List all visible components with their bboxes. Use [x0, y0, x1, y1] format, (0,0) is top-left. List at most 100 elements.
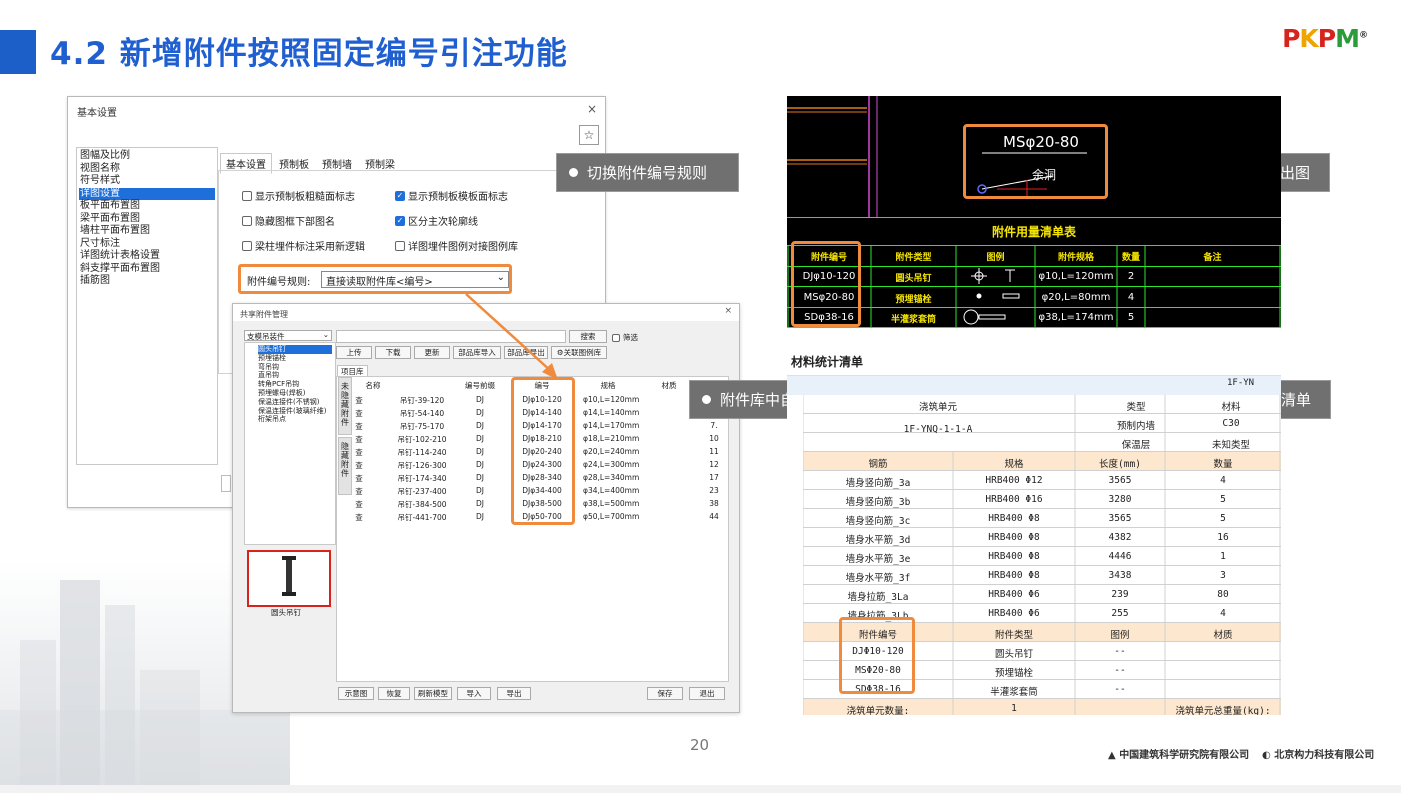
cell-view: 查	[355, 422, 363, 431]
cell-w: 38	[709, 499, 719, 508]
page-number: 20	[690, 736, 710, 754]
checkbox-hide-title[interactable]: 隐藏图框下部图名	[242, 213, 335, 228]
checkbox-box[interactable]	[242, 240, 252, 251]
checkbox-box[interactable]	[612, 333, 620, 342]
cad-cell-qty: 5	[1127, 312, 1135, 323]
tree-item[interactable]: 预埋锚栓	[258, 354, 332, 363]
checkbox-rough-face[interactable]: 显示预制板粗糙面标志	[242, 188, 355, 203]
list-item[interactable]: 梁平面布置图	[79, 213, 215, 226]
update-button[interactable]: 更新	[414, 346, 450, 359]
numbering-rule-select[interactable]: 直接读取附件库<编号> ⌄	[321, 271, 509, 288]
cell-name: 吊钉-174-340	[397, 474, 447, 483]
chevron-down-icon[interactable]: ⌄	[497, 272, 505, 283]
legend-symbols	[963, 268, 1020, 325]
cell-prefix: DJ	[476, 499, 484, 508]
cad-tag-note: 余洞	[1032, 168, 1057, 182]
diagram-button[interactable]: 示意图	[338, 687, 374, 700]
tree-item[interactable]: 保温连接件(不锈钢)	[258, 398, 332, 407]
cell-prefix: DJ	[476, 486, 484, 495]
footer-org-cabr: ▲ 中国建筑科学研究院有限公司	[1108, 750, 1250, 761]
cell-prefix: DJ	[476, 512, 484, 521]
checkbox-box[interactable]	[242, 215, 252, 226]
save-button[interactable]: 保存	[647, 687, 683, 700]
cell-w: 23	[709, 486, 719, 495]
cell-prefix: DJ	[476, 460, 484, 469]
checkbox-template-face[interactable]: ✓ 显示预制板模板面标志	[395, 188, 508, 203]
list-item-selected[interactable]: 详图设置	[79, 187, 215, 200]
round-head-anchor-icon	[282, 556, 296, 596]
checkbox-checked[interactable]: ✓	[395, 215, 405, 226]
checkbox-legend-lib[interactable]: 详图埋件图例对接图例库	[395, 238, 518, 253]
tree-item-selected[interactable]: 圆头吊钉	[258, 345, 332, 354]
cell-spec: φ20,L=240mm	[583, 447, 640, 456]
cell-spec: φ18,L=210mm	[583, 434, 640, 443]
cell-prefix: DJ	[476, 434, 484, 443]
list-item[interactable]: 斜支撑平面布置图	[79, 263, 215, 276]
cell-name: 吊钉-39-120	[399, 396, 445, 405]
checkbox-box[interactable]	[395, 240, 405, 251]
cad-cell-type: 半灌浆套筒	[890, 315, 936, 325]
close-icon[interactable]: ×	[724, 306, 732, 316]
refresh-model-button[interactable]: 刷新模型	[414, 687, 452, 700]
cad-table-title: 附件用量清单表	[991, 225, 1076, 239]
list-item[interactable]: 插筋图	[79, 275, 215, 288]
tree-item[interactable]: 转角PCF吊钩	[258, 380, 332, 389]
cell-spec: φ34,L=400mm	[583, 486, 640, 495]
pkpm-mark-icon: ◐	[1262, 750, 1271, 761]
list-item[interactable]: 板平面布置图	[79, 200, 215, 213]
cell-name: 吊钉-102-210	[397, 435, 447, 444]
callout-switch-rule: 切换附件编号规则	[556, 153, 739, 192]
filter-checkbox[interactable]: 筛选	[612, 332, 638, 343]
checkbox-outline[interactable]: ✓ 区分主次轮廓线	[395, 213, 478, 228]
download-button[interactable]: 下载	[375, 346, 411, 359]
cell-view: 查	[355, 513, 363, 522]
cad-drawing: MSφ20-80 余洞 附件用量清单表 附件编号 附件类型 图例 附件规格 数量…	[787, 96, 1281, 328]
arrow-connector-icon	[465, 293, 558, 380]
cad-tag-code: MSφ20-80	[1003, 133, 1079, 151]
restore-button[interactable]: 恢复	[378, 687, 410, 700]
bottom-strip	[0, 785, 1401, 793]
cell-name: 吊钉-114-240	[397, 448, 447, 457]
checkbox-new-logic[interactable]: 梁柱埋件标注采用新逻辑	[242, 238, 365, 253]
chevron-down-icon[interactable]: ⌄	[323, 330, 329, 339]
cell-w: 11	[709, 447, 719, 456]
list-item[interactable]: 视图名称	[79, 163, 215, 176]
checkbox-box[interactable]	[242, 190, 252, 201]
attachment-code-highlight	[839, 617, 915, 694]
cad-cell-type: 圆头吊钉	[895, 274, 932, 284]
settings-category-list[interactable]: 图幅及比例 视图名称 符号样式 详图设置 板平面布置图 梁平面布置图 墙柱平面布…	[76, 147, 218, 465]
import-button[interactable]: 导入	[457, 687, 491, 700]
partial-button[interactable]	[221, 475, 231, 492]
tree-item[interactable]: 预埋螺母(焊板)	[258, 389, 332, 398]
cad-cell-type: 预埋锚栓	[895, 294, 932, 305]
cell-spec: φ50,L=700mm	[583, 512, 640, 521]
cell-name: 吊钉-384-500	[397, 500, 447, 509]
cell-view: 查	[355, 474, 363, 483]
category-tree[interactable]: 圆头吊钉 预埋锚栓 弯吊钩 直吊钩 转角PCF吊钩 预埋螺母(焊板) 保温连接件…	[244, 342, 336, 545]
list-item[interactable]: 符号样式	[79, 175, 215, 188]
unit-code-top: 1F-YN	[1227, 378, 1255, 388]
list-item[interactable]: 墙柱平面布置图	[79, 225, 215, 238]
category-select[interactable]: 支模吊装件 ⌄	[244, 330, 332, 341]
export-button[interactable]: 导出	[497, 687, 531, 700]
cad-cell-qty: 4	[1127, 291, 1135, 303]
list-item[interactable]: 详图统计表格设置	[79, 250, 215, 263]
cad-cell-spec: φ10,L=120mm	[1038, 271, 1114, 282]
attachment-quantity-table: 附件用量清单表 附件编号 附件类型 图例 附件规格 数量 备注 DJφ10-12…	[787, 217, 1281, 328]
list-item[interactable]: 图幅及比例	[79, 150, 215, 163]
cell-view: 查	[355, 435, 363, 444]
cell-name: 吊钉-126-300	[397, 461, 447, 470]
close-icon[interactable]: ×	[587, 102, 597, 116]
exit-button[interactable]: 退出	[689, 687, 725, 700]
tree-item[interactable]: 桁架吊点	[258, 415, 332, 424]
upload-button[interactable]: 上传	[336, 346, 372, 359]
search-button[interactable]: 搜索	[569, 330, 607, 343]
favorite-star-icon[interactable]: ☆	[579, 125, 599, 145]
checkbox-checked[interactable]: ✓	[395, 190, 405, 201]
tree-item[interactable]: 直吊钩	[258, 371, 332, 380]
cell-w: 17	[709, 473, 719, 482]
list-item[interactable]: 尺寸标注	[79, 238, 215, 251]
cell-prefix: DJ	[476, 447, 484, 456]
footer-org-pkpm: ◐ 北京构力科技有限公司	[1262, 750, 1375, 761]
cell-name: 吊钉-441-700	[397, 513, 447, 522]
